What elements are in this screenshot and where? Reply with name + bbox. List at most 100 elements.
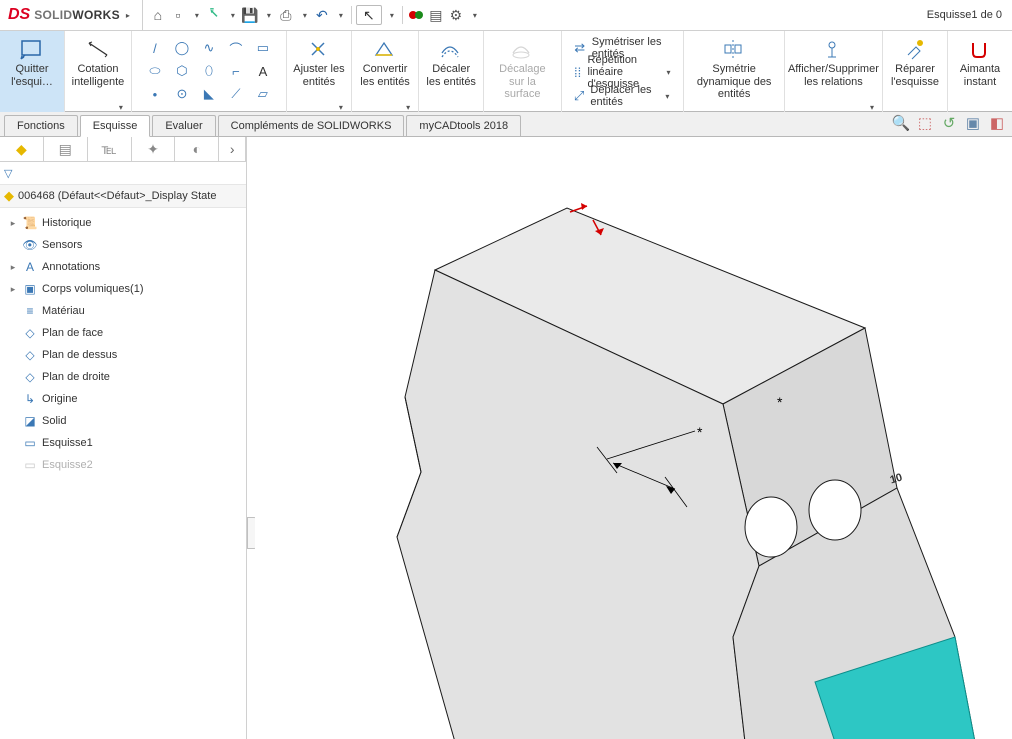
undo-dropdown-icon[interactable]: ▾ (335, 11, 347, 20)
rectangle-tool-icon[interactable]: ▭ (250, 37, 276, 59)
open-icon[interactable]: ⭶ (205, 6, 223, 24)
smart-dimension-icon (84, 36, 112, 62)
tree-item-icon: ◪ (22, 413, 38, 429)
tree-item-label: Plan de face (42, 327, 103, 339)
offset-entities-button[interactable]: Décaler les entités (419, 31, 484, 114)
convert-entities-button[interactable]: Convertir les entités ▾ (352, 31, 419, 114)
trim-entities-button[interactable]: Ajuster les entités ▾ (287, 31, 352, 114)
tree-item[interactable]: ◇Plan de dessus (0, 344, 246, 366)
save-dropdown-icon[interactable]: ▾ (263, 11, 275, 20)
feature-tree: ▸📜Historique👁Sensors▸AAnnotations▸▣Corps… (0, 208, 246, 480)
tree-item[interactable]: ▭Esquisse1 (0, 432, 246, 454)
section-view-icon[interactable]: ▣ (964, 114, 982, 132)
tree-item[interactable]: ▭Esquisse2 (0, 454, 246, 476)
select-dropdown-icon[interactable]: ▾ (386, 11, 398, 20)
tree-root-node[interactable]: ◆ 006468 (Défaut<<Défaut>_Display State (0, 185, 246, 208)
dynamic-mirror-button[interactable]: Symétrie dynamique des entités (684, 31, 784, 114)
circle-tool-icon[interactable]: ◯ (169, 37, 195, 59)
trim-dropdown-icon[interactable]: ▾ (335, 103, 347, 112)
ellipse-tool-icon[interactable]: ⬯ (196, 60, 222, 82)
plane-tool-icon[interactable]: ▱ (250, 83, 276, 105)
tree-item-label: Annotations (42, 261, 100, 273)
tab-mycad[interactable]: myCADtools 2018 (406, 115, 521, 136)
centerline-tool-icon[interactable]: ⊙ (169, 83, 195, 105)
linear-dropdown-icon[interactable]: ▾ (666, 68, 672, 77)
linear-pattern-button[interactable]: ⁞⁞Répétition linéaire d'esquisse▾ (574, 61, 672, 83)
tree-item[interactable]: ≡Matériau (0, 300, 246, 322)
svg-text:*: * (697, 424, 703, 440)
text-tool-icon[interactable]: A (250, 60, 276, 82)
save-icon[interactable]: 💾 (241, 6, 259, 24)
smart-dim-dropdown-icon[interactable]: ▾ (115, 103, 127, 112)
tree-item-icon: ▭ (22, 457, 38, 473)
tab-evaluer[interactable]: Evaluer (152, 115, 215, 136)
propertymanager-tab-icon[interactable]: ▤ (44, 137, 88, 161)
exit-sketch-button[interactable]: Quitter l'esqui… (0, 31, 65, 114)
point-tool-icon[interactable]: • (142, 83, 168, 105)
move-entities-button[interactable]: ⤢Déplacer les entités▾ (574, 85, 672, 107)
panel-splitter[interactable] (247, 137, 255, 739)
tree-item[interactable]: ▸📜Historique (0, 212, 246, 234)
select-icon[interactable]: ↖ (356, 5, 382, 25)
zoom-area-icon[interactable]: ⬚ (916, 114, 934, 132)
tree-item[interactable]: ◇ Plan de face (0, 322, 246, 344)
tab-esquisse[interactable]: Esquisse (80, 115, 151, 137)
tree-item[interactable]: ▸▣Corps volumiques(1) (0, 278, 246, 300)
print-icon[interactable]: ⎙ (277, 6, 295, 24)
tree-item[interactable]: 👁Sensors (0, 234, 246, 256)
new-doc-icon[interactable]: ▫ (169, 6, 187, 24)
tab-fonctions[interactable]: Fonctions (4, 115, 78, 136)
tree-item-label: Sensors (42, 239, 82, 251)
panel-expand-icon[interactable]: › (219, 137, 246, 161)
relations-dropdown-icon[interactable]: ▾ (866, 103, 878, 112)
part-icon: ◆ (4, 188, 14, 204)
display-style-icon[interactable]: ◧ (988, 114, 1006, 132)
display-tab-icon[interactable]: ◐ (175, 137, 219, 161)
configmanager-tab-icon[interactable]: ℡ (88, 137, 132, 161)
open-dropdown-icon[interactable]: ▾ (227, 11, 239, 20)
expand-icon[interactable]: ▸ (8, 284, 18, 295)
convert-dropdown-icon[interactable]: ▾ (402, 103, 414, 112)
spline-tool-icon[interactable]: ∿ (196, 37, 222, 59)
smart-dimension-button[interactable]: Cotation intelligente ▾ (65, 31, 132, 114)
tree-item[interactable]: ◪Solid (0, 410, 246, 432)
zoom-fit-icon[interactable]: 🔍 (892, 114, 910, 132)
line-tool-icon[interactable]: / (142, 37, 168, 59)
file-props-icon[interactable]: ▤ (427, 6, 445, 24)
graphics-viewport[interactable]: * * 10 (255, 137, 1012, 739)
tree-item-icon: ◇ (22, 325, 38, 341)
expand-icon[interactable]: ▸ (8, 262, 18, 273)
polygon-tool-icon[interactable]: ⬡ (169, 60, 195, 82)
expand-icon[interactable]: ▸ (8, 218, 18, 229)
tree-item-label: Esquisse1 (42, 437, 93, 449)
tree-item-label: Plan de droite (42, 371, 110, 383)
logo-menu-dropdown-icon[interactable]: ▸ (122, 11, 134, 20)
chamfer-tool-icon[interactable]: ◣ (196, 83, 222, 105)
tree-item[interactable]: ◇Plan de droite (0, 366, 246, 388)
repair-sketch-button[interactable]: Réparer l'esquisse (883, 31, 948, 114)
print-dropdown-icon[interactable]: ▾ (299, 11, 311, 20)
undo-icon[interactable]: ↶ (313, 6, 331, 24)
move-dropdown-icon[interactable]: ▾ (663, 92, 671, 101)
tree-item-label: Historique (42, 217, 92, 229)
prev-view-icon[interactable]: ↺ (940, 114, 958, 132)
tree-item[interactable]: ▸AAnnotations (0, 256, 246, 278)
rebuild-icon[interactable] (407, 6, 425, 24)
tree-item[interactable]: ↳Origine (0, 388, 246, 410)
new-dropdown-icon[interactable]: ▾ (191, 11, 203, 20)
home-icon[interactable]: ⌂ (149, 6, 167, 24)
display-relations-button[interactable]: Afficher/Supprimer les relations ▾ (785, 31, 883, 114)
arc-tool-icon[interactable]: ⌒ (223, 37, 249, 59)
featuremanager-tab-icon[interactable]: ◆ (0, 137, 44, 161)
tab-complements[interactable]: Compléments de SOLIDWORKS (218, 115, 405, 136)
snaps-button[interactable]: Aimanta instant (948, 31, 1012, 114)
options-icon[interactable]: ⚙ (447, 6, 465, 24)
document-title: Esquisse1 de 0 (927, 9, 1012, 21)
smart-dimension-label: Cotation intelligente (71, 63, 125, 88)
fillet-tool-icon[interactable]: ⌐ (223, 60, 249, 82)
slot-tool-icon[interactable]: ⬭ (142, 60, 168, 82)
dimxpert-tab-icon[interactable]: ✦ (132, 137, 176, 161)
options-dropdown-icon[interactable]: ▾ (469, 11, 481, 20)
curve-tool-icon[interactable]: ⟋ (223, 83, 249, 105)
tree-filter[interactable]: ▽ (0, 162, 246, 185)
